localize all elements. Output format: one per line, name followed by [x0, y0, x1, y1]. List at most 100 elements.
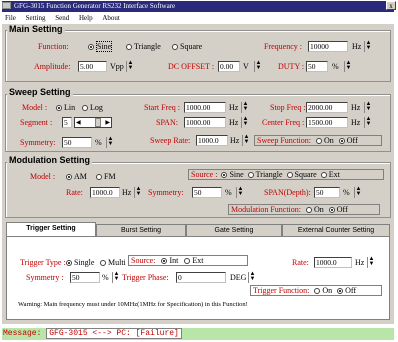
radio-dot-icon [82, 105, 88, 111]
mod-source-triangle-radio[interactable]: Triangle [247, 170, 283, 179]
sweep-on-radio[interactable]: On [316, 136, 334, 145]
app-window: GFG-3015 Function Generator RS232 Interf… [0, 0, 398, 342]
segment-label: Segment : [20, 118, 53, 127]
trigger-phase-input[interactable]: 0 [176, 272, 226, 283]
trigger-symmetry-input[interactable]: 50 [70, 272, 100, 283]
sweep-symmetry-input[interactable]: 50 [62, 137, 92, 148]
menu-file[interactable]: File [5, 14, 16, 22]
mod-fm-radio[interactable]: FM [96, 172, 116, 181]
stop-freq-unit: Hz [351, 103, 361, 112]
center-freq-input[interactable]: 1500.00 [306, 117, 348, 128]
function-sine-radio[interactable]: Sine [88, 41, 113, 52]
window-title: GFG-3015 Function Generator RS232 Interf… [14, 2, 176, 10]
sweep-lin-radio[interactable]: Lin [56, 103, 75, 112]
tab-trigger-setting[interactable]: Trigger Setting [6, 222, 96, 236]
trigger-phase-spinner[interactable]: ▲ ▼ [248, 271, 256, 283]
sweep-rate-input[interactable]: 1000.0 [196, 135, 228, 146]
arrow-left-icon: ◀ [76, 120, 81, 126]
duty-input[interactable]: 50 [306, 61, 328, 72]
sweep-function-label: Sweep Function: [257, 136, 311, 145]
segment-input[interactable]: 5 [62, 117, 72, 128]
amplitude-input[interactable]: 5.00 [78, 61, 107, 72]
function-square-radio[interactable]: Square [172, 42, 202, 51]
spin-arrows-icon: ▲ ▼ [365, 40, 372, 51]
mod-symmetry-input[interactable]: 50 [192, 187, 222, 198]
segment-slider[interactable]: ◀ ▶ [74, 117, 112, 128]
radio-dot-icon [320, 172, 327, 178]
span-input[interactable]: 1000.00 [184, 117, 226, 128]
start-freq-unit: Hz [229, 103, 239, 112]
trigger-symmetry-spinner[interactable]: ▲ ▼ [112, 271, 120, 283]
main-setting-title: Main Setting [7, 24, 65, 34]
trigger-on-radio[interactable]: On [314, 286, 332, 295]
trigger-rate-spinner[interactable]: ▲ ▼ [367, 256, 375, 268]
span-spinner[interactable]: ▲ ▼ [241, 116, 249, 128]
trigger-rate-input[interactable]: 1000.0 [314, 257, 352, 268]
mod-span-spinner[interactable]: ▲ ▼ [354, 186, 362, 198]
mod-function-label: Modulation Function: [231, 205, 301, 214]
radio-dot-icon [96, 174, 102, 180]
mod-span-input[interactable]: 50 [314, 187, 340, 198]
trigger-int-radio[interactable]: Int [161, 256, 178, 265]
sweep-rate-label: Sweep Rate: [150, 136, 191, 145]
frequency-spinner[interactable]: ▲ ▼ [364, 40, 372, 52]
slider-thumb[interactable] [95, 118, 101, 127]
stop-freq-spinner[interactable]: ▲ ▼ [364, 101, 372, 113]
modulation-setting-title: Modulation Setting [7, 155, 92, 165]
menu-about[interactable]: About [102, 14, 120, 22]
radio-dot-icon [286, 172, 293, 178]
trigger-function-box: Trigger Function: On Off [250, 285, 382, 296]
menu-bar: File Setting Send Help About [2, 13, 394, 23]
dc-offset-label: DC OFFSET : [168, 62, 215, 71]
mod-on-radio[interactable]: On [306, 205, 324, 214]
frequency-input[interactable]: 10000 [308, 41, 348, 52]
mod-am-radio[interactable]: AM [66, 172, 87, 181]
duty-unit: % [332, 62, 339, 71]
spin-arrows-icon: ▲ ▼ [113, 271, 120, 282]
mod-source-sine-radio[interactable]: Sine [221, 170, 244, 179]
mod-symmetry-label: Symmetry: [148, 188, 184, 197]
radio-dot-icon [66, 260, 72, 266]
spin-arrows-icon: ▲ ▼ [355, 186, 362, 197]
title-bar: GFG-3015 Function Generator RS232 Interf… [2, 1, 394, 12]
trigger-source-box: Source: Int Ext [128, 255, 248, 266]
center-freq-spinner[interactable]: ▲ ▼ [364, 116, 372, 128]
menu-setting[interactable]: Setting [26, 14, 46, 22]
trigger-multi-radio[interactable]: Multi [100, 258, 126, 267]
amplitude-spinner[interactable]: ▲ ▼ [126, 60, 134, 72]
trigger-single-radio[interactable]: Single [66, 258, 94, 267]
mod-source-square-radio[interactable]: Square [286, 170, 317, 179]
radio-dot-icon [221, 172, 228, 178]
sweep-symmetry-spinner[interactable]: ▲ ▼ [106, 136, 114, 148]
menu-send[interactable]: Send [55, 14, 69, 22]
trigger-ext-radio[interactable]: Ext [184, 256, 203, 265]
mod-source-ext-radio[interactable]: Ext [320, 170, 340, 179]
frequency-unit: Hz [352, 42, 362, 51]
function-triangle-radio[interactable]: Triangle [126, 42, 161, 51]
start-freq-spinner[interactable]: ▲ ▼ [241, 101, 249, 113]
radio-dot-icon [184, 258, 191, 264]
sweep-off-radio[interactable]: Off [338, 136, 358, 145]
dc-offset-spinner[interactable]: ▲ ▼ [254, 60, 262, 72]
dc-offset-input[interactable]: 0.00 [218, 61, 240, 72]
mod-rate-input[interactable]: 1000.0 [90, 187, 120, 198]
mod-symmetry-spinner[interactable]: ▲ ▼ [236, 186, 244, 198]
mod-rate-spinner[interactable]: ▲ ▼ [134, 186, 142, 198]
start-freq-input[interactable]: 1000.00 [184, 102, 226, 113]
radio-dot-icon [100, 260, 106, 266]
stop-freq-input[interactable]: 2000.00 [306, 102, 348, 113]
status-label: Message: [3, 329, 42, 338]
span-label: SPAN: [156, 118, 178, 127]
menu-help[interactable]: Help [79, 14, 93, 22]
trigger-off-radio[interactable]: Off [337, 286, 356, 295]
span-unit: Hz [229, 118, 239, 127]
radio-dot-icon [338, 138, 345, 144]
trigger-rate-label: Rate: [292, 258, 309, 267]
spin-arrows-icon: ▲ ▼ [345, 60, 352, 71]
mod-off-radio[interactable]: Off [328, 205, 348, 214]
sweep-log-radio[interactable]: Log [82, 103, 103, 112]
sweep-rate-unit: Hz [230, 136, 240, 145]
close-button[interactable]: x [386, 1, 396, 10]
duty-spinner[interactable]: ▲ ▼ [344, 60, 352, 72]
sweep-rate-spinner[interactable]: ▲ ▼ [242, 134, 250, 146]
